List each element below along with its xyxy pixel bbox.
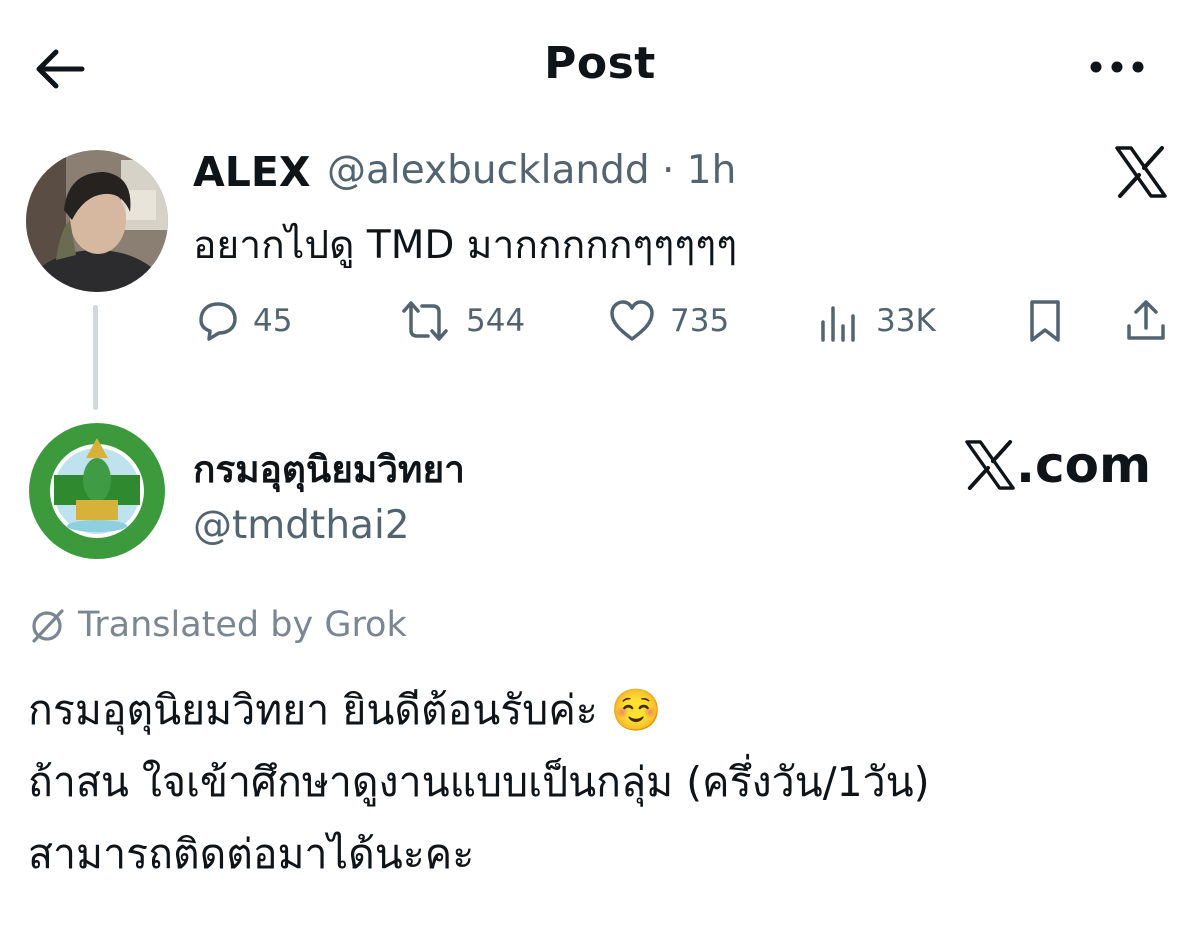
bookmark-icon bbox=[1030, 300, 1060, 342]
page-title: Post bbox=[544, 38, 656, 89]
watermark-text: .com bbox=[1016, 436, 1152, 494]
views-icon bbox=[821, 306, 855, 342]
tmd-avatar[interactable] bbox=[26, 420, 168, 562]
share-button[interactable] bbox=[1124, 295, 1168, 347]
reply-line-2: ถ้าสน ใจเข้าศึกษาดูงานแบบเป็นกลุ่ม (ครึ่… bbox=[28, 758, 930, 806]
x-com-watermark: .com bbox=[964, 436, 1151, 494]
views-button[interactable]: 33K bbox=[818, 295, 936, 347]
author-name[interactable]: ALEX bbox=[193, 148, 310, 196]
like-count: 735 bbox=[670, 303, 730, 339]
reply-author-name[interactable]: กรมอุตุนิยมวิทยา bbox=[193, 440, 465, 499]
reply-button[interactable]: 45 bbox=[193, 295, 292, 347]
reply-count: 45 bbox=[253, 303, 293, 339]
like-button[interactable]: 735 bbox=[608, 295, 729, 347]
thread-line bbox=[93, 305, 98, 410]
repost-count: 544 bbox=[466, 303, 526, 339]
reply-line-3: สามารถติดต่อมาได้นะคะ bbox=[28, 830, 475, 878]
reply-body: กรมอุตุนิยมวิทยา ยินดีต้อนรับค่ะ ☺️ ถ้าส… bbox=[28, 674, 1178, 890]
avatar-photo bbox=[26, 150, 168, 292]
like-icon bbox=[610, 300, 654, 341]
avatar[interactable] bbox=[26, 150, 168, 292]
repost-button[interactable]: 544 bbox=[398, 295, 525, 347]
more-button[interactable] bbox=[1084, 52, 1150, 82]
tweet-text: อยากไปดู TMD มากกกกกๆๆๆๆๆ bbox=[193, 223, 738, 268]
share-icon bbox=[1127, 300, 1165, 340]
x-logo-icon bbox=[1114, 146, 1168, 198]
translated-label: Translated by Grok bbox=[78, 605, 407, 645]
author-handle-time[interactable]: @alexbucklandd · 1h bbox=[327, 148, 736, 193]
x-watermark-icon bbox=[965, 440, 1015, 490]
reply-author-handle[interactable]: @tmdthai2 bbox=[193, 503, 410, 548]
action-bar: 45 544 735 33K bbox=[193, 295, 1168, 347]
more-icon bbox=[1090, 61, 1144, 73]
views-count: 33K bbox=[876, 303, 936, 339]
bookmark-button[interactable] bbox=[1025, 295, 1065, 347]
grok-icon bbox=[32, 609, 64, 643]
tmd-emblem-logo bbox=[26, 420, 168, 562]
translated-by-grok[interactable]: Translated by Grok bbox=[28, 605, 407, 645]
reply-line-1: กรมอุตุนิยมวิทยา ยินดีต้อนรับค่ะ ☺️ bbox=[28, 686, 662, 734]
repost-icon bbox=[402, 301, 448, 341]
reply-icon bbox=[199, 302, 237, 341]
